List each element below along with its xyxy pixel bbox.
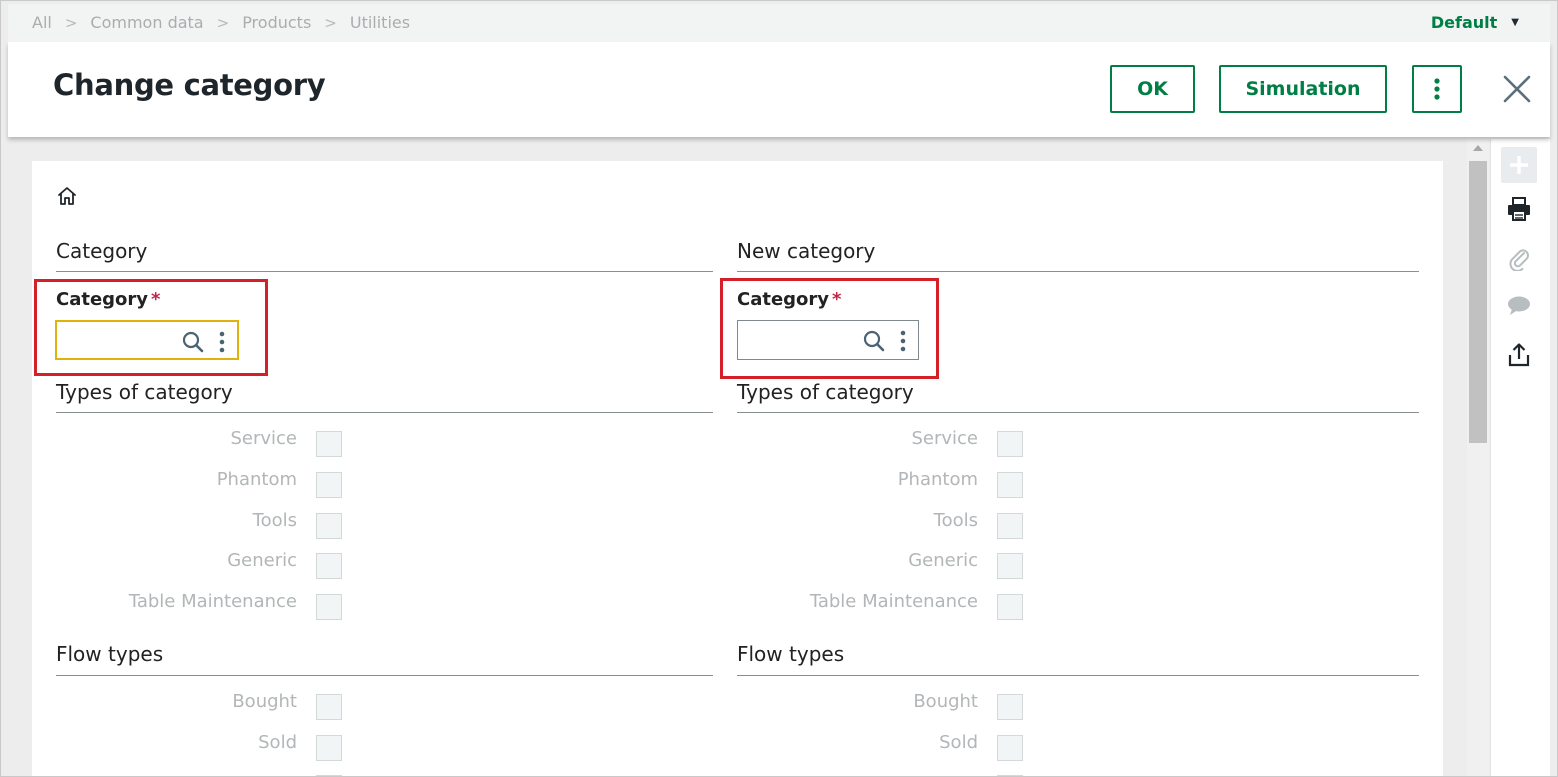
new-flow-types-section-title: Flow types <box>737 642 845 666</box>
table-maintenance-label: Table Maintenance <box>128 591 297 612</box>
new-category-section-title: New category <box>737 239 876 263</box>
print-button[interactable] <box>1501 191 1537 227</box>
new-service-label: Service <box>911 428 978 449</box>
simulation-button[interactable]: Simulation <box>1219 65 1387 113</box>
more-actions-button[interactable] <box>1412 65 1462 113</box>
plus-icon <box>1510 156 1528 174</box>
page-title: Change category <box>53 68 326 102</box>
generic-label: Generic <box>227 550 297 571</box>
new-bought-label: Bought <box>913 691 978 712</box>
phantom-label: Phantom <box>216 469 297 490</box>
new-tools-checkbox[interactable] <box>997 513 1023 539</box>
export-icon <box>1508 343 1530 367</box>
table-maintenance-checkbox[interactable] <box>316 594 342 620</box>
scroll-up-arrow-icon[interactable] <box>1473 145 1483 151</box>
tools-label: Tools <box>252 510 297 531</box>
comments-button[interactable] <box>1501 288 1537 324</box>
vertical-scrollbar[interactable] <box>1467 139 1489 776</box>
section-divider <box>56 412 713 413</box>
page-header: Change category OK Simulation <box>8 42 1550 137</box>
add-button[interactable] <box>1501 147 1537 183</box>
breadcrumb-separator: > <box>64 13 78 32</box>
scrollbar-thumb[interactable] <box>1469 161 1487 443</box>
new-sold-checkbox[interactable] <box>997 735 1023 761</box>
generic-checkbox[interactable] <box>316 553 342 579</box>
section-divider <box>737 412 1419 413</box>
app-window: All > Common data > Products > Utilities… <box>0 0 1558 777</box>
close-button[interactable] <box>1500 72 1534 106</box>
more-vertical-icon <box>1434 78 1440 100</box>
new-generic-label: Generic <box>908 550 978 571</box>
service-label: Service <box>230 428 297 449</box>
export-button[interactable] <box>1501 337 1537 373</box>
print-icon <box>1508 197 1530 221</box>
new-generic-checkbox[interactable] <box>997 553 1023 579</box>
new-phantom-label: Phantom <box>897 469 978 490</box>
breadcrumb-separator: > <box>324 13 337 32</box>
home-button[interactable] <box>56 185 78 207</box>
breadcrumb-item-utilities[interactable]: Utilities <box>350 13 410 32</box>
sold-checkbox[interactable] <box>316 735 342 761</box>
form-content: Category Category * Types of category Ser… <box>32 161 1443 776</box>
new-phantom-checkbox[interactable] <box>997 472 1023 498</box>
breadcrumb-item-common-data[interactable]: Common data <box>90 13 203 32</box>
bought-checkbox[interactable] <box>316 694 342 720</box>
new-table-maintenance-checkbox[interactable] <box>997 594 1023 620</box>
phantom-checkbox[interactable] <box>316 472 342 498</box>
highlight-box <box>720 278 939 379</box>
types-section-title: Types of category <box>56 380 233 404</box>
folder-label: Default <box>1430 13 1498 32</box>
highlight-box <box>34 279 268 376</box>
right-action-rail <box>1490 139 1550 776</box>
new-types-section-title: Types of category <box>737 380 914 404</box>
home-icon <box>58 187 76 205</box>
new-tools-label: Tools <box>933 510 978 531</box>
category-section-title: Category <box>56 239 148 263</box>
folder-selector[interactable]: Default ▼ <box>1431 13 1519 32</box>
new-sold-label: Sold <box>939 732 978 753</box>
breadcrumb-separator: > <box>216 13 230 32</box>
service-checkbox[interactable] <box>316 431 342 457</box>
ok-button[interactable]: OK <box>1110 65 1195 113</box>
bought-label: Bought <box>232 691 297 712</box>
paperclip-icon <box>1509 249 1529 271</box>
close-icon <box>1503 75 1531 103</box>
new-service-checkbox[interactable] <box>997 431 1023 457</box>
tools-checkbox[interactable] <box>316 513 342 539</box>
new-table-maintenance-label: Table Maintenance <box>809 591 978 612</box>
breadcrumb-item-products[interactable]: Products <box>242 13 311 32</box>
section-divider <box>56 675 713 676</box>
flow-types-section-title: Flow types <box>56 642 164 666</box>
new-bought-checkbox[interactable] <box>997 694 1023 720</box>
sold-label: Sold <box>258 732 297 753</box>
breadcrumb: All > Common data > Products > Utilities <box>32 13 410 32</box>
section-divider <box>737 675 1419 676</box>
section-divider <box>56 271 713 272</box>
attachments-button[interactable] <box>1501 240 1537 276</box>
caret-down-icon: ▼ <box>1511 17 1519 28</box>
comment-icon <box>1508 296 1530 315</box>
breadcrumb-bar: All > Common data > Products > Utilities… <box>8 4 1550 42</box>
breadcrumb-item-all[interactable]: All <box>32 13 52 32</box>
section-divider <box>737 271 1419 272</box>
